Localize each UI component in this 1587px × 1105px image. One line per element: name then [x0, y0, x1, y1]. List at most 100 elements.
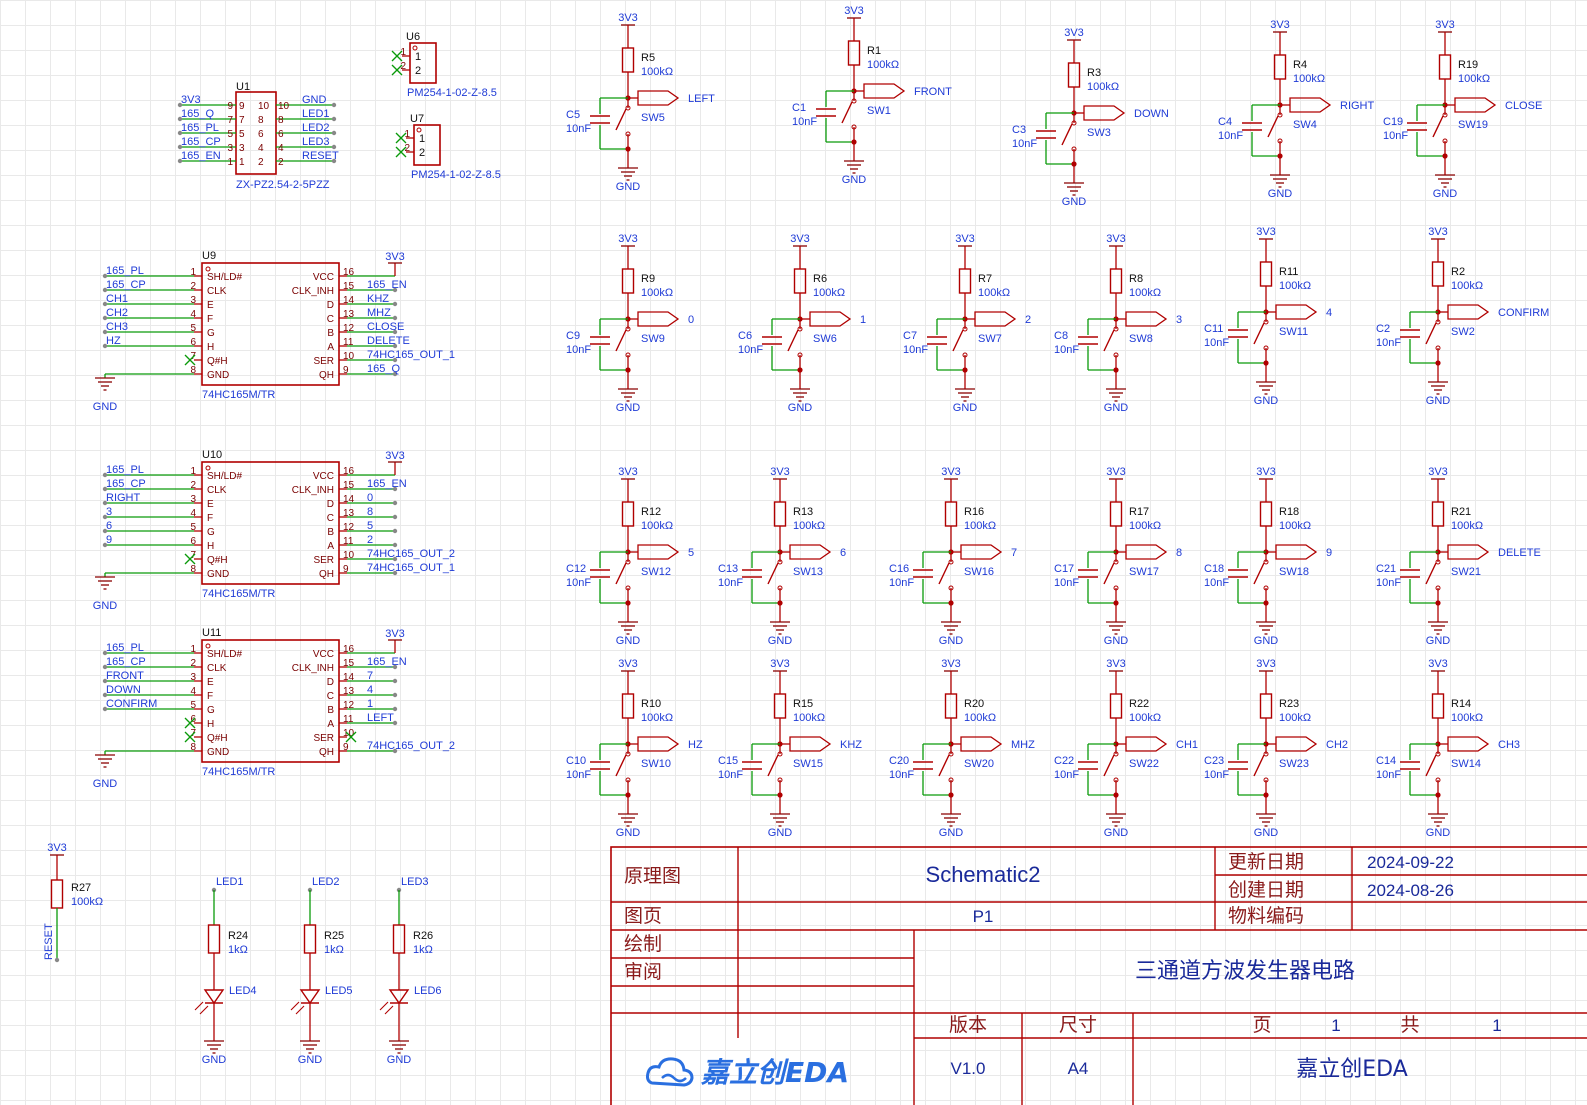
net-label-right: 1 [367, 698, 373, 710]
switch-ref: SW13 [793, 566, 823, 578]
resistor-value: 100kΩ [641, 520, 673, 532]
switch-ref: SW16 [964, 566, 994, 578]
pin-number: 9 [227, 101, 233, 112]
switch-ref: SW5 [641, 112, 665, 124]
supply-label: 3V3 [47, 842, 67, 854]
supply-label: 3V3 [385, 251, 405, 263]
pin-number: 1 [227, 157, 233, 168]
net-label: 7 [1011, 547, 1017, 559]
cap-value: 10nF [1376, 769, 1401, 781]
cap-value: 10nF [1383, 130, 1408, 142]
pin-name-left: CLK [207, 663, 227, 674]
supply-label: 3V3 [955, 233, 975, 245]
cap-value: 10nF [1218, 130, 1243, 142]
led-ref: LED4 [229, 985, 257, 997]
net-label-left: CH3 [106, 321, 128, 333]
net-label-right: GND [302, 94, 327, 106]
button-circuit-sw5: 3V3 LEFT R5 100kΩ SW5 C5 10nF GND [566, 12, 715, 193]
resistor-ref: R9 [641, 273, 655, 285]
button-circuit-sw3: 3V3 DOWN R3 100kΩ SW3 C3 10nF GND [1012, 27, 1169, 208]
ground-label: GND [1426, 635, 1451, 647]
resistor-ref: R14 [1451, 698, 1471, 710]
supply-label: 3V3 [385, 628, 405, 640]
net-label-left: CH2 [106, 307, 128, 319]
net-label-right: 7 [367, 670, 373, 682]
resistor-value: 100kΩ [1279, 712, 1311, 724]
pin-number: 8 [278, 115, 284, 126]
net-label: KHZ [840, 739, 862, 751]
resistor-value: 100kΩ [978, 287, 1010, 299]
resistor-ref: R5 [641, 52, 655, 64]
net-label-right: 74HC165_OUT_1 [367, 562, 455, 574]
label-drawn: 绘制 [624, 933, 662, 955]
cap-value: 10nF [566, 577, 591, 589]
reset-pullup: 3V3 R27 100kΩ RESET [43, 842, 103, 963]
supply-label: 3V3 [1256, 466, 1276, 478]
net-label-right: LED2 [302, 122, 330, 134]
cap-ref: C22 [1054, 755, 1074, 767]
pin-name-left: H [207, 342, 214, 353]
net-label-left: RIGHT [106, 492, 141, 504]
pin-name-right: SER [313, 733, 334, 744]
jumper-part: PM254-1-02-Z-8.5 [411, 169, 501, 181]
pg-value: 1 [1331, 1016, 1340, 1035]
pin-number: 10 [258, 101, 270, 112]
ic-ref: U9 [202, 250, 216, 262]
net-label: CLOSE [1505, 100, 1542, 112]
net-label-right: LEFT [367, 712, 394, 724]
button-circuit-sw18: 3V3 9 R18 100kΩ SW18 C18 10nF GND [1204, 466, 1332, 647]
supply-label: 3V3 [1106, 658, 1126, 670]
net-label-right: CLOSE [367, 321, 404, 333]
net-label: 5 [688, 547, 694, 559]
pin-number: 9 [239, 101, 245, 112]
ic-ref: U11 [202, 627, 221, 639]
pin-number: 2 [278, 157, 284, 168]
net-label-right: RESET [302, 150, 339, 162]
switch-ref: SW18 [1279, 566, 1309, 578]
supply-label: 3V3 [1256, 658, 1276, 670]
resistor-value: 100kΩ [1293, 73, 1325, 85]
schematic-name: Schematic2 [926, 862, 1041, 887]
net-label: RIGHT [1340, 100, 1375, 112]
pin-number: 2 [419, 147, 425, 159]
pin-number: 5 [227, 129, 233, 140]
resistor-value: 1kΩ [228, 944, 248, 956]
pin-number: 10 [278, 101, 290, 112]
led-driver-led5: LED2 R25 1kΩ LED5 GND [290, 876, 353, 1066]
pin-name-left: F [207, 314, 213, 325]
pin-number: 3 [239, 143, 245, 154]
cap-value: 10nF [566, 123, 591, 135]
ground-label: GND [616, 181, 641, 193]
pin-name-left: H [207, 719, 214, 730]
switch-ref: SW2 [1451, 326, 1475, 338]
label-version: 版本 [949, 1014, 987, 1036]
cap-value: 10nF [1204, 577, 1229, 589]
schematic-sheet: 3V3 LEFT R5 100kΩ SW5 C5 10nF GND 3V3 FRONT R1 100k… [0, 0, 1587, 1105]
net-label-right: 8 [367, 506, 373, 518]
resistor-value: 100kΩ [964, 520, 996, 532]
resistor-ref: R27 [71, 882, 91, 894]
supply-label: 3V3 [1435, 19, 1455, 31]
net-label-left: 6 [106, 520, 112, 532]
cap-value: 10nF [889, 769, 914, 781]
pin-number: 1 [419, 133, 425, 145]
pin-name-right: CLK_INH [292, 663, 334, 674]
cap-value: 10nF [718, 769, 743, 781]
led-ref: LED6 [414, 985, 442, 997]
cap-value: 10nF [792, 116, 817, 128]
label-schematic: 原理图 [624, 865, 681, 887]
cap-value: 10nF [1054, 577, 1079, 589]
pin-number: 2 [400, 61, 406, 72]
supply-label: 3V3 [941, 466, 961, 478]
pin-name-left: E [207, 300, 214, 311]
pin-name-right: A [327, 719, 334, 730]
jumper-u7: U71 12 2PM254-1-02-Z-8.5 [395, 113, 501, 181]
net-label-right: LED1 [302, 108, 330, 120]
ground-label: GND [768, 635, 793, 647]
ground-label: GND [1104, 402, 1129, 414]
resistor-ref: R6 [813, 273, 827, 285]
button-circuit-sw14: 3V3 CH3 R14 100kΩ SW14 C14 10nF GND [1376, 658, 1520, 839]
resistor-ref: R10 [641, 698, 661, 710]
cap-ref: C5 [566, 109, 580, 121]
net-label-left: 165_CP [181, 136, 221, 148]
